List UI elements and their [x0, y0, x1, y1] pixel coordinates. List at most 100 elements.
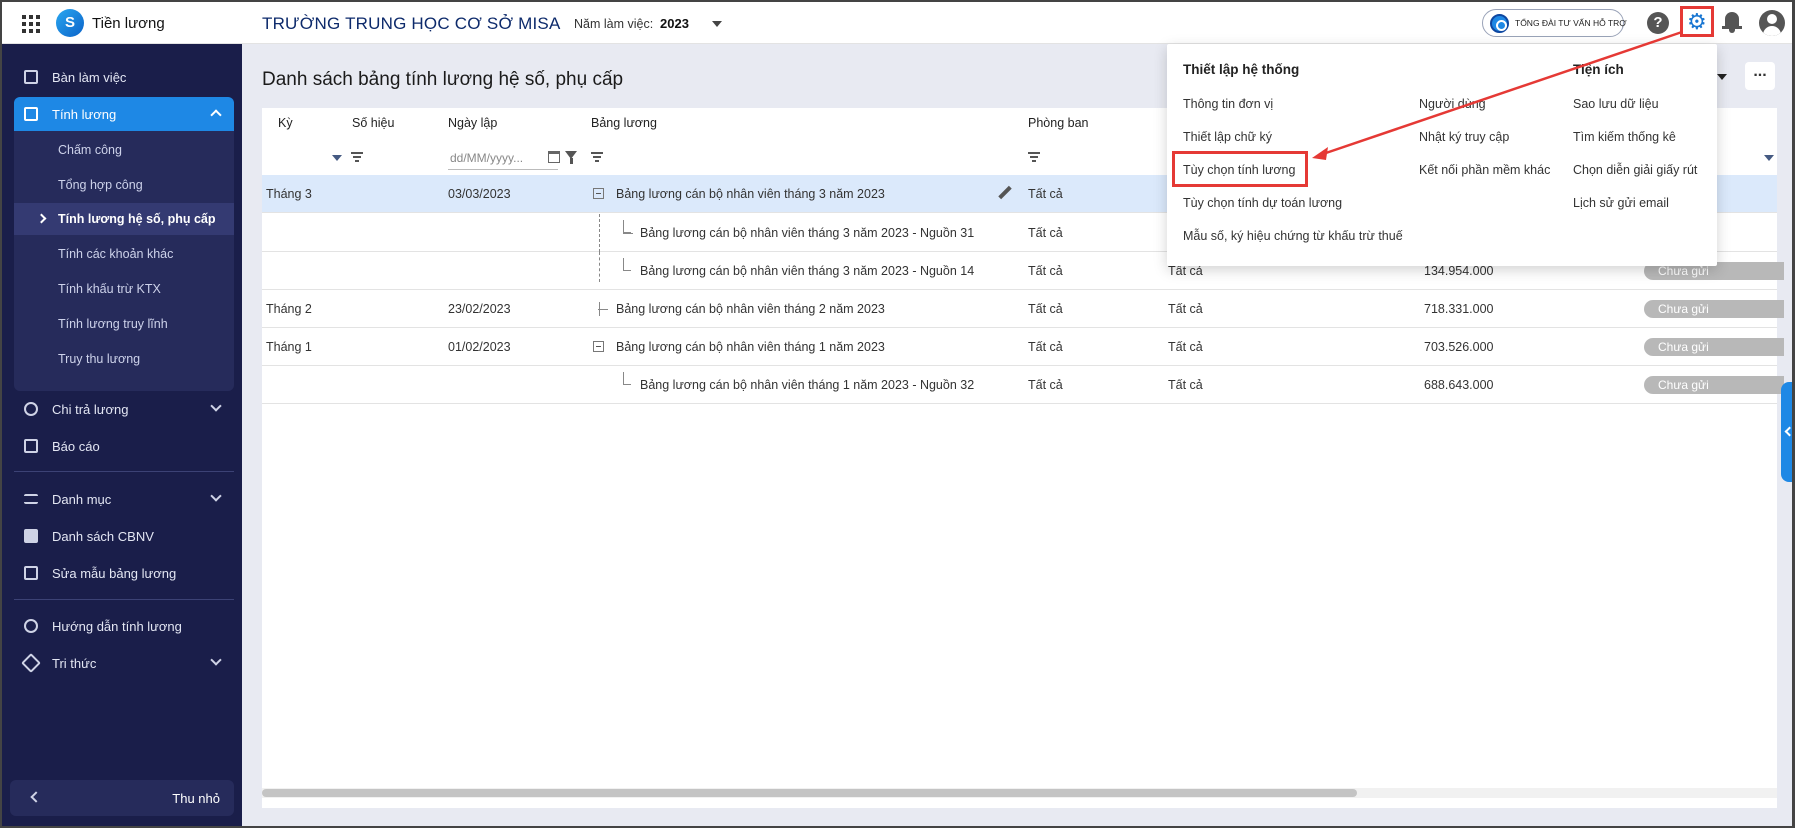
- support-hotline-button[interactable]: TỔNG ĐÀI TƯ VẤN HỖ TRỢ: [1482, 9, 1627, 37]
- column-header-phong-ban[interactable]: Phòng ban: [1028, 116, 1088, 130]
- misa-logo-icon: S: [56, 9, 84, 37]
- collapse-sidebar-button[interactable]: Thu nhỏ: [10, 780, 234, 816]
- sidebar-item-label: Chi trả lương: [52, 402, 129, 417]
- dashboard-icon: [24, 70, 38, 84]
- document-settings-icon: [24, 566, 38, 580]
- sub-item-tong-hop-cong[interactable]: Tổng hợp công: [14, 168, 234, 202]
- cell-phong-ban: Tất cả: [1028, 187, 1063, 201]
- apps-grid-icon[interactable]: [22, 15, 40, 33]
- support-phone-icon: [1490, 14, 1509, 33]
- status-badge: Chưa gửi: [1644, 338, 1784, 356]
- sub-item-truy-thu[interactable]: Truy thu lương: [14, 342, 234, 376]
- menu-item-tim-kiem-thong-ke[interactable]: Tìm kiếm thống kê: [1573, 130, 1676, 144]
- column-header-ngay-lap[interactable]: Ngày lập: [448, 116, 497, 130]
- sidebar-item-label: Tri thức: [52, 656, 97, 671]
- user-avatar-icon[interactable]: [1759, 10, 1785, 36]
- sidebar-item-dashboard[interactable]: Bàn làm việc: [14, 60, 234, 94]
- menu-item-ket-noi-phan-mem[interactable]: Kết nối phần mềm khác: [1419, 163, 1550, 177]
- year-caret-icon[interactable]: [712, 21, 722, 27]
- filter-icon[interactable]: [1028, 152, 1040, 162]
- sidebar-item-chi-tra[interactable]: Chi trả lương: [14, 392, 234, 426]
- sidebar-item-payroll[interactable]: Tính lương: [14, 97, 234, 133]
- cell-bo-phan: Tất cả: [1168, 378, 1203, 392]
- more-options-button[interactable]: ...: [1745, 62, 1775, 90]
- sidebar-item-tri-thuc[interactable]: Tri thức: [14, 646, 234, 680]
- menu-item-thong-tin-don-vi[interactable]: Thông tin đơn vị: [1183, 97, 1273, 111]
- cell-ky: Tháng 1: [266, 340, 312, 354]
- settings-button-highlight[interactable]: ⚙: [1680, 6, 1714, 37]
- collapse-node-icon[interactable]: [593, 188, 604, 199]
- sub-item-truy-linh[interactable]: Tính lương truy lĩnh: [14, 307, 234, 341]
- table-row[interactable]: Tháng 2 23/02/2023 Bảng lương cán bộ nhâ…: [262, 290, 1784, 328]
- tree-line: [623, 220, 631, 233]
- sub-item-label: Tính lương truy lĩnh: [58, 317, 168, 331]
- sub-item-label: Tính các khoản khác: [58, 247, 174, 261]
- sidebar-item-label: Báo cáo: [52, 439, 100, 454]
- highlight-box: [1172, 151, 1308, 187]
- support-label: TỔNG ĐÀI TƯ VẤN HỖ TRỢ: [1515, 18, 1627, 28]
- sidebar-item-danh-sach-cbnv[interactable]: Danh sách CBNV: [14, 519, 234, 553]
- cell-bang-luong[interactable]: Bảng lương cán bộ nhân viên tháng 1 năm …: [616, 340, 885, 354]
- expand-panel-tab[interactable]: [1781, 382, 1792, 482]
- sub-item-tinh-luong-he-so[interactable]: Tính lương hệ số, phụ cấp: [14, 203, 234, 235]
- cell-bang-luong[interactable]: Bảng lương cán bộ nhân viên tháng 2 năm …: [616, 302, 885, 316]
- table-row[interactable]: Bảng lương cán bộ nhân viên tháng 1 năm …: [262, 366, 1784, 404]
- filter-icon[interactable]: [591, 152, 603, 162]
- menu-item-sao-luu[interactable]: Sao lưu dữ liệu: [1573, 97, 1659, 111]
- column-header-bang-luong[interactable]: Bảng lương: [591, 116, 657, 130]
- status-badge: Chưa gửi: [1644, 300, 1784, 318]
- chevron-up-icon: [210, 109, 222, 121]
- sidebar-item-huong-dan[interactable]: Hướng dẫn tính lương: [14, 609, 234, 643]
- cell-amount: 134.954.000: [1424, 264, 1494, 278]
- sub-item-khoan-khac[interactable]: Tính các khoản khác: [14, 237, 234, 271]
- cell-bo-phan: Tất cả: [1168, 302, 1203, 316]
- payroll-submenu: Chấm công Tổng hợp công Tính lương hệ số…: [14, 131, 234, 391]
- menu-item-mau-so-chung-tu[interactable]: Mẫu số, ký hiệu chứng từ khấu trừ thuế: [1183, 229, 1403, 243]
- menu-item-nhat-ky-truy-cap[interactable]: Nhật ký truy cập: [1419, 130, 1509, 144]
- cell-bang-luong[interactable]: Bảng lương cán bộ nhân viên tháng 3 năm …: [640, 226, 974, 240]
- cell-bang-luong[interactable]: Bảng lương cán bộ nhân viên tháng 3 năm …: [640, 264, 974, 278]
- year-select[interactable]: 2023: [660, 16, 689, 31]
- sidebar-item-danh-muc[interactable]: Danh mục: [14, 482, 234, 516]
- gear-icon[interactable]: ⚙: [1687, 10, 1707, 34]
- status-filter-caret-icon[interactable]: [1764, 155, 1774, 161]
- contact-card-icon: [24, 529, 38, 543]
- add-dropdown-caret-icon[interactable]: [1717, 74, 1727, 80]
- sidebar-item-label: Sửa mẫu bảng lương: [52, 566, 177, 581]
- sidebar-item-label: Danh mục: [52, 492, 112, 507]
- menu-item-lich-su-email[interactable]: Lịch sử gửi email: [1573, 196, 1669, 210]
- column-header-ky[interactable]: Kỳ: [278, 116, 293, 130]
- date-filter-input[interactable]: dd/MM/yyyy...: [448, 146, 558, 170]
- menu-item-nguoi-dung[interactable]: Người dùng: [1419, 97, 1486, 111]
- tree-line: [623, 258, 631, 271]
- menu-item-tuy-chon-du-toan[interactable]: Tùy chọn tính dự toán lương: [1183, 196, 1342, 210]
- scrollbar-thumb[interactable]: [262, 789, 1357, 797]
- sidebar-item-bao-cao[interactable]: Báo cáo: [14, 429, 234, 463]
- help-icon[interactable]: ?: [1647, 12, 1669, 34]
- school-name: TRƯỜNG TRUNG HỌC CƠ SỞ MISA: [262, 14, 561, 33]
- wallet-icon: [24, 107, 38, 121]
- ky-filter-caret-icon[interactable]: [332, 155, 342, 161]
- table-row[interactable]: Tháng 1 01/02/2023 Bảng lương cán bộ nhâ…: [262, 328, 1784, 366]
- menu-item-dien-giai-giay-rut[interactable]: Chọn diễn giải giấy rút: [1573, 163, 1697, 177]
- sidebar-item-sua-mau[interactable]: Sửa mẫu bảng lương: [14, 556, 234, 590]
- list-icon: [24, 494, 38, 504]
- calendar-icon[interactable]: [548, 151, 560, 163]
- sub-item-label: Tính khấu trừ KTX: [58, 282, 161, 296]
- sub-item-cham-cong[interactable]: Chấm công: [14, 133, 234, 167]
- menu-item-thiet-lap-chu-ky[interactable]: Thiết lập chữ ký: [1183, 130, 1272, 144]
- cell-ngay-lap: 01/02/2023: [448, 340, 511, 354]
- bell-icon[interactable]: [1722, 10, 1742, 34]
- cell-amount: 688.643.000: [1424, 378, 1494, 392]
- edit-pencil-icon[interactable]: [998, 186, 1012, 200]
- sub-item-khau-tru-ktx[interactable]: Tính khấu trừ KTX: [14, 272, 234, 306]
- column-header-so-hieu[interactable]: Số hiệu: [352, 116, 394, 130]
- cell-bang-luong[interactable]: Bảng lương cán bộ nhân viên tháng 1 năm …: [640, 378, 974, 392]
- sidebar-divider: [14, 599, 234, 600]
- filter-icon[interactable]: [351, 152, 363, 162]
- cell-ngay-lap: 03/03/2023: [448, 187, 511, 201]
- collapse-node-icon[interactable]: [593, 341, 604, 352]
- funnel-icon[interactable]: [565, 151, 577, 164]
- horizontal-scrollbar[interactable]: [262, 788, 1777, 798]
- cell-bang-luong[interactable]: Bảng lương cán bộ nhân viên tháng 3 năm …: [616, 187, 885, 201]
